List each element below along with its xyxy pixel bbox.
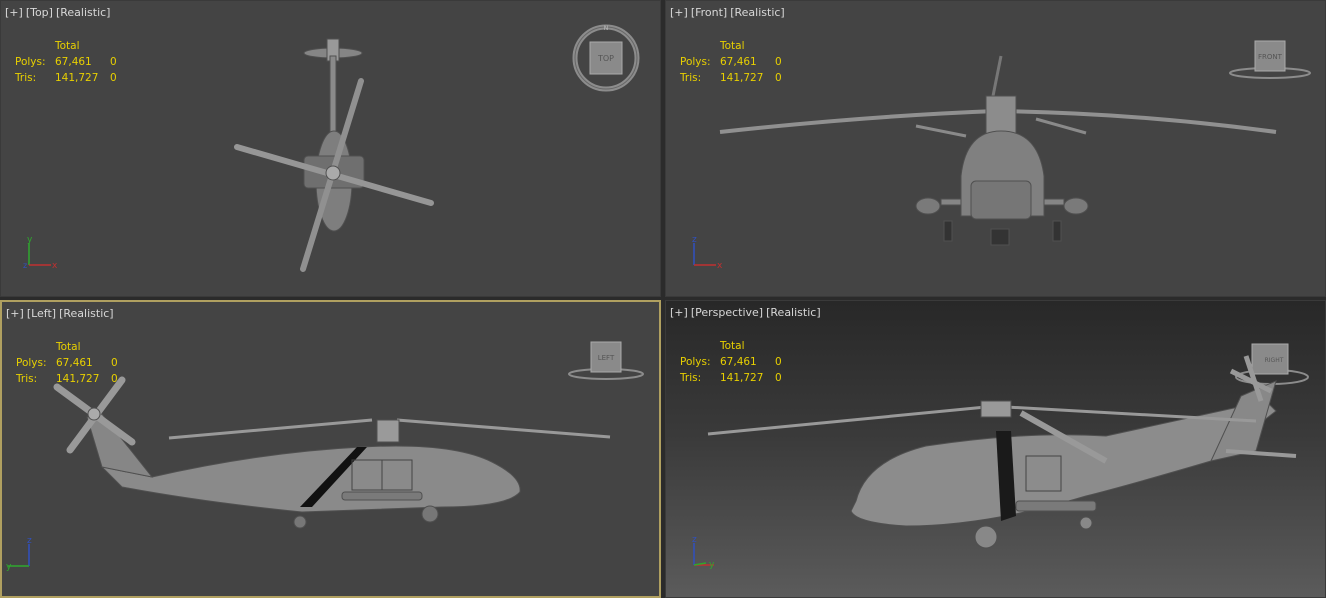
axis-z-label: z xyxy=(692,535,697,545)
helicopter-model-left[interactable] xyxy=(2,302,661,598)
axis-tripod: z x xyxy=(692,235,723,271)
viewport-left[interactable]: [+] [Left] [Realistic] Total Polys: 67,461 0… xyxy=(0,300,661,598)
helicopter-model-perspective[interactable] xyxy=(666,301,1326,598)
viewport-top[interactable]: [+] [Top] [Realistic] Total Polys: 67,461 0 … xyxy=(0,0,661,297)
axis-z-label: z xyxy=(692,235,697,245)
viewport-perspective[interactable]: [+] [Perspective] [Realistic] Total Polys:… xyxy=(665,300,1326,598)
axis-x-label: x xyxy=(717,261,723,271)
viewport-front[interactable]: [+] [Front] [Realistic] Total Polys: 67,461… xyxy=(665,0,1326,297)
axis-y-label: y xyxy=(6,562,12,572)
axis-z-label: z xyxy=(23,261,27,270)
axis-y-label: y xyxy=(27,235,33,245)
helicopter-model-top[interactable] xyxy=(1,1,661,297)
axis-tripod: z y xyxy=(692,535,715,570)
axis-y-label: y xyxy=(709,560,715,570)
helicopter-model-front[interactable] xyxy=(666,1,1326,297)
axis-tripod: y x z xyxy=(23,235,58,271)
axis-x-label: x xyxy=(52,261,58,271)
axis-tripod: z y xyxy=(6,536,32,572)
axis-z-label: z xyxy=(27,536,32,546)
